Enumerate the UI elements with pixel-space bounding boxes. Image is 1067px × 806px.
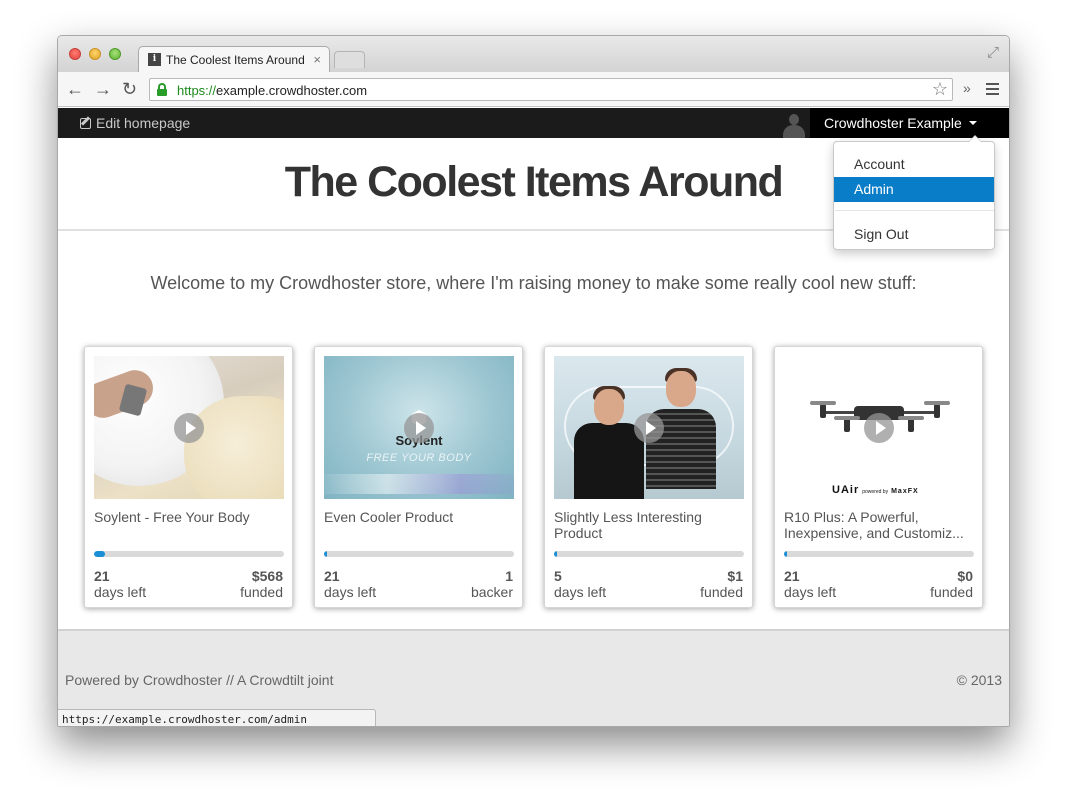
project-thumbnail[interactable] bbox=[94, 356, 284, 499]
bookmark-star-icon[interactable]: ☆ bbox=[932, 79, 948, 100]
backers-value: 1 bbox=[505, 568, 513, 584]
backers-label: backer bbox=[470, 584, 513, 600]
close-window-button[interactable] bbox=[69, 48, 81, 60]
play-icon[interactable] bbox=[174, 413, 204, 443]
tab-strip: i The Coolest Items Around × ⤢ bbox=[58, 36, 1009, 72]
address-url[interactable]: https://example.crowdhoster.com bbox=[177, 83, 367, 98]
browser-tab[interactable]: i The Coolest Items Around × bbox=[138, 46, 330, 72]
edit-homepage-link[interactable]: Edit homepage bbox=[80, 115, 190, 131]
days-left-value: 21 bbox=[784, 568, 800, 584]
funded-value: $1 bbox=[727, 568, 743, 584]
project-thumbnail[interactable]: Soylent FREE YOUR BODY bbox=[324, 356, 514, 499]
project-thumbnail[interactable]: UAir powered by MaxFX bbox=[784, 356, 974, 499]
url-host: example.crowdhoster.com bbox=[216, 83, 368, 98]
status-bar-url: https://example.crowdhoster.com/admin bbox=[58, 709, 376, 726]
project-card[interactable]: Soylent FREE YOUR BODY Even Cooler Produ… bbox=[314, 346, 523, 608]
menu-divider bbox=[835, 210, 994, 211]
play-icon[interactable] bbox=[634, 413, 664, 443]
soylent-tagline: FREE YOUR BODY bbox=[366, 452, 472, 464]
play-icon[interactable] bbox=[404, 413, 434, 443]
tab-close-icon[interactable]: × bbox=[313, 52, 321, 67]
days-left-label: days left bbox=[324, 584, 377, 600]
extensions-overflow-icon[interactable]: » bbox=[963, 80, 971, 96]
menu-item-account[interactable]: Account bbox=[834, 152, 994, 177]
project-title[interactable]: Even Cooler Product bbox=[324, 509, 516, 525]
funded-label: funded bbox=[240, 584, 283, 600]
url-scheme: https:// bbox=[177, 83, 217, 98]
funding-progress-bar bbox=[784, 551, 974, 557]
user-menu-toggle[interactable]: Crowdhoster Example bbox=[810, 108, 1009, 138]
user-dropdown-menu: Account Admin Sign Out bbox=[833, 135, 995, 250]
menu-item-admin[interactable]: Admin bbox=[834, 177, 994, 202]
funded-label: funded bbox=[700, 584, 743, 600]
lock-icon bbox=[157, 83, 167, 96]
days-left-label: days left bbox=[784, 584, 837, 600]
funded-label: funded bbox=[930, 584, 973, 600]
days-left-value: 21 bbox=[94, 568, 110, 584]
funding-progress-bar bbox=[324, 551, 514, 557]
funding-progress-bar bbox=[94, 551, 284, 557]
address-bar[interactable]: https://example.crowdhoster.com ☆ bbox=[149, 78, 953, 101]
project-card[interactable]: UAir powered by MaxFX R10 Plus: A Powerful… bbox=[774, 346, 983, 608]
reload-button[interactable]: ↻ bbox=[122, 79, 137, 99]
tab-title: The Coolest Items Around bbox=[166, 53, 305, 67]
zoom-window-button[interactable] bbox=[109, 48, 121, 60]
project-title[interactable]: Soylent - Free Your Body bbox=[94, 509, 286, 525]
project-title[interactable]: R10 Plus: A Powerful, Inexpensive, and C… bbox=[784, 509, 976, 541]
forward-button[interactable]: → bbox=[94, 79, 112, 99]
caret-down-icon bbox=[968, 121, 977, 125]
user-name: Crowdhoster Example bbox=[824, 115, 962, 131]
project-title[interactable]: Slightly Less Interesting Product bbox=[554, 509, 746, 541]
project-card[interactable]: Soylent - Free Your Body 21 days left $5… bbox=[84, 346, 293, 608]
uair-brand-logo: UAir powered by MaxFX bbox=[832, 484, 919, 496]
footer-copyright: © 2013 bbox=[956, 672, 1002, 688]
days-left-label: days left bbox=[94, 584, 147, 600]
days-left-value: 5 bbox=[554, 568, 562, 584]
site-navbar: Edit homepage Crowdhoster Example bbox=[58, 108, 1009, 138]
favicon-icon: i bbox=[148, 53, 161, 66]
edit-homepage-label: Edit homepage bbox=[96, 115, 191, 131]
back-button[interactable]: ← bbox=[66, 79, 84, 99]
welcome-text: Welcome to my Crowdhoster store, where I… bbox=[150, 273, 917, 293]
funding-progress-bar bbox=[554, 551, 744, 557]
browser-window: i The Coolest Items Around × ⤢ ← → ↻ htt… bbox=[57, 35, 1010, 727]
funded-value: $0 bbox=[957, 568, 973, 584]
avatar bbox=[782, 112, 806, 138]
play-icon[interactable] bbox=[864, 413, 894, 443]
project-thumbnail[interactable] bbox=[554, 356, 744, 499]
days-left-value: 21 bbox=[324, 568, 340, 584]
fullscreen-icon[interactable]: ⤢ bbox=[987, 44, 999, 61]
footer-credit[interactable]: Powered by Crowdhoster // A Crowdtilt jo… bbox=[65, 672, 333, 688]
days-left-label: days left bbox=[554, 584, 607, 600]
funded-value: $568 bbox=[251, 568, 283, 584]
minimize-window-button[interactable] bbox=[89, 48, 101, 60]
project-card[interactable]: Slightly Less Interesting Product 5 days… bbox=[544, 346, 753, 608]
browser-menu-icon[interactable] bbox=[986, 83, 999, 95]
new-tab-button[interactable] bbox=[334, 51, 365, 68]
edit-icon bbox=[80, 118, 91, 129]
menu-item-sign-out[interactable]: Sign Out bbox=[834, 222, 994, 247]
browser-toolbar: ← → ↻ https://example.crowdhoster.com ☆ … bbox=[58, 72, 1009, 107]
